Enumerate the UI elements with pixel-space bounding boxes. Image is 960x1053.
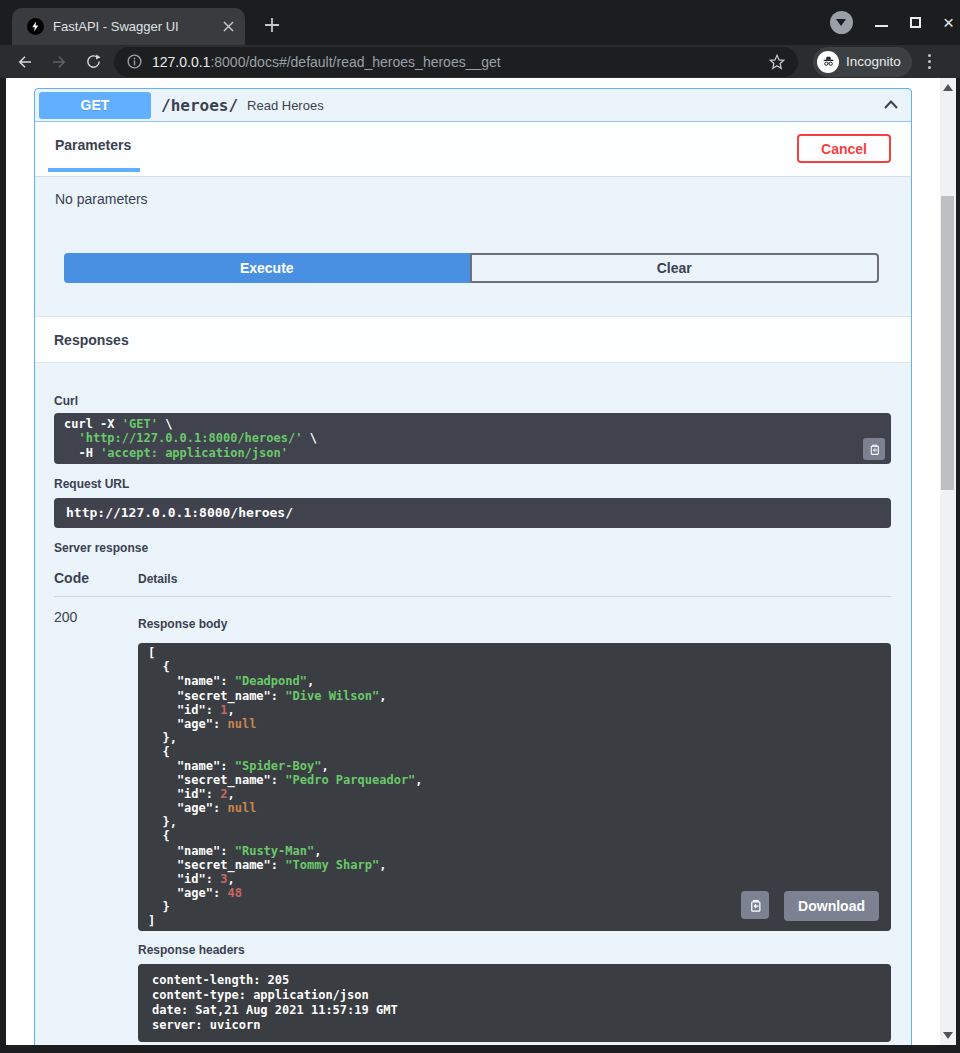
- copy-curl-icon[interactable]: [863, 438, 885, 460]
- incognito-label: Incognito: [846, 54, 901, 69]
- responses-title: Responses: [54, 332, 129, 348]
- response-body-label: Response body: [138, 617, 891, 631]
- method-badge: GET: [39, 92, 151, 119]
- parameters-title: Parameters: [55, 137, 131, 153]
- copy-response-icon[interactable]: [741, 891, 769, 919]
- operation-summary: Read Heroes: [247, 98, 324, 113]
- site-info-icon[interactable]: [126, 53, 143, 70]
- page-content: GET /heroes/ Read Heroes Parameters Canc…: [6, 78, 940, 1045]
- browser-titlebar: FastAPI - Swagger UI ×: [0, 0, 960, 45]
- browser-tab[interactable]: FastAPI - Swagger UI: [12, 8, 245, 45]
- cancel-button[interactable]: Cancel: [797, 134, 891, 163]
- page-scrollbar[interactable]: [940, 78, 956, 1045]
- curl-label: Curl: [54, 394, 891, 408]
- incognito-icon: [817, 51, 839, 73]
- collapse-chevron-icon[interactable]: [881, 95, 901, 115]
- code-column-header: Code: [54, 570, 138, 586]
- fastapi-favicon-icon: [27, 18, 44, 35]
- new-tab-button[interactable]: [258, 11, 286, 39]
- address-bar[interactable]: 127.0.0.1:8000/docs#/default/read_heroes…: [114, 47, 798, 77]
- details-column-header: Details: [138, 572, 177, 586]
- response-body: [ { "name": "Deadpond", "secret_name": "…: [138, 643, 891, 931]
- opblock-summary[interactable]: GET /heroes/ Read Heroes: [35, 89, 911, 122]
- execute-row: Execute Clear: [64, 253, 879, 283]
- responses-header: Responses: [35, 316, 911, 363]
- browser-update-icon[interactable]: [830, 11, 853, 34]
- browser-menu-icon[interactable]: [928, 54, 931, 69]
- status-code: 200: [54, 609, 138, 1042]
- responses-table: Code Details 200 Response body [ { "name…: [54, 570, 891, 1042]
- scrollbar-up-icon[interactable]: [943, 84, 953, 91]
- opblock-get-heroes: GET /heroes/ Read Heroes Parameters Canc…: [34, 88, 912, 1045]
- tab-title: FastAPI - Swagger UI: [53, 19, 219, 34]
- tab-close-icon[interactable]: [219, 18, 237, 36]
- back-button[interactable]: [14, 51, 36, 73]
- url-text: 127.0.0.1:8000/docs#/default/read_heroes…: [152, 54, 764, 70]
- active-tab-underline: [48, 168, 140, 172]
- reload-button[interactable]: [82, 51, 104, 73]
- download-button[interactable]: Download: [784, 891, 879, 921]
- operation-path: /heroes/: [161, 96, 238, 115]
- response-headers: content-length: 205 content-type: applic…: [138, 964, 891, 1042]
- response-row-200: 200 Response body [ { "name": "Deadpond"…: [54, 597, 891, 1042]
- browser-toolbar: 127.0.0.1:8000/docs#/default/read_heroes…: [0, 45, 960, 78]
- incognito-badge: Incognito: [813, 47, 912, 77]
- server-response-label: Server response: [54, 541, 891, 555]
- minimize-button[interactable]: [875, 25, 888, 27]
- response-headers-label: Response headers: [138, 943, 891, 957]
- no-parameters-text: No parameters: [35, 177, 911, 207]
- bookmark-star-icon[interactable]: [768, 53, 786, 71]
- execute-button[interactable]: Execute: [64, 253, 470, 283]
- maximize-button[interactable]: [910, 17, 921, 28]
- curl-command: curl -X 'GET' \ 'http://127.0.0.1:8000/h…: [54, 413, 891, 464]
- request-url-label: Request URL: [54, 477, 891, 491]
- close-window-button[interactable]: ×: [943, 13, 954, 32]
- forward-button[interactable]: [48, 51, 70, 73]
- request-url-value: http://127.0.0.1:8000/heroes/: [54, 498, 891, 528]
- scrollbar-thumb[interactable]: [941, 196, 954, 490]
- clear-button[interactable]: Clear: [470, 253, 880, 283]
- scrollbar-down-icon[interactable]: [943, 1032, 953, 1039]
- parameters-header: Parameters Cancel: [35, 122, 911, 177]
